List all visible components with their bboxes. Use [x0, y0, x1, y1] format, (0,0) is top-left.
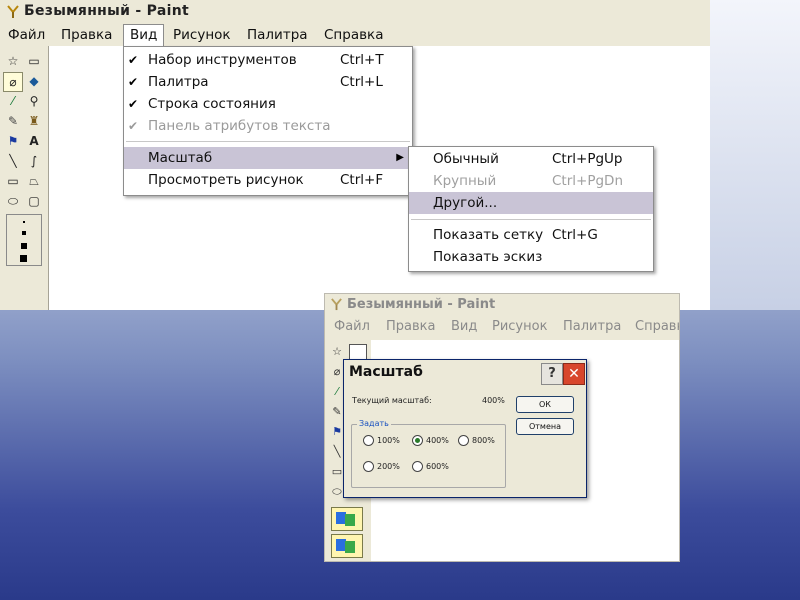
- check-icon: ✔: [128, 75, 139, 89]
- pencil-icon[interactable]: ✎: [4, 112, 22, 130]
- color-button-2[interactable]: [331, 534, 363, 558]
- magnifier-icon[interactable]: ⚲: [25, 92, 43, 110]
- radio-800[interactable]: 800%: [458, 435, 495, 447]
- ok-button[interactable]: ОК: [516, 396, 574, 413]
- menu-edit[interactable]: Правка: [386, 316, 435, 338]
- radio-400[interactable]: 400%: [412, 435, 449, 447]
- window-title: Безымянный - Paint: [24, 3, 189, 19]
- menu-separator: [126, 141, 410, 142]
- size-1[interactable]: [23, 221, 25, 223]
- curve-icon[interactable]: ∫: [25, 152, 43, 170]
- menu-separator: [411, 219, 651, 220]
- menu-item-large-size: Крупный Ctrl+PgDn: [433, 173, 623, 189]
- eraser-icon[interactable]: ⌀: [3, 72, 23, 92]
- menu-item-view-bitmap[interactable]: Просмотреть рисунок Ctrl+F: [124, 169, 412, 191]
- size-4[interactable]: [20, 255, 27, 262]
- color-picker-icon[interactable]: ⁄: [4, 92, 22, 110]
- dialog-title: Масштаб: [349, 364, 423, 380]
- radio-selected-icon: [412, 435, 423, 446]
- color-button-1[interactable]: [331, 507, 363, 531]
- menu-file[interactable]: Файл: [334, 316, 370, 338]
- menu-view[interactable]: Вид: [451, 316, 477, 338]
- rounded-rect-icon[interactable]: ▢: [25, 192, 43, 210]
- zoom-submenu: Обычный Ctrl+PgUp Крупный Ctrl+PgDn Друг…: [408, 146, 654, 272]
- free-select-icon[interactable]: ☆: [4, 52, 22, 70]
- menu-image[interactable]: Рисунок: [167, 24, 237, 46]
- current-zoom-label: Текущий масштаб:: [352, 396, 432, 405]
- free-select-icon[interactable]: ☆: [329, 344, 345, 360]
- radio-icon: [412, 461, 423, 472]
- check-icon: ✔: [128, 119, 139, 133]
- menu-item-show-grid[interactable]: Показать сетку Ctrl+G: [409, 224, 653, 246]
- menu-item-toolbox[interactable]: ✔ Набор инструментов Ctrl+T: [124, 49, 412, 71]
- submenu-arrow-icon: ▶: [396, 152, 404, 163]
- window-title: Безымянный - Paint: [347, 297, 496, 312]
- menu-bar: Файл Правка Вид Рисунок Палитра Справка: [325, 316, 679, 338]
- menu-colors[interactable]: Палитра: [241, 24, 314, 46]
- slide-background-right: [710, 0, 800, 310]
- zoom-options-group: Задать 100% 400% 800% 200% 600%: [351, 419, 506, 488]
- title-bar: Безымянный - Paint: [0, 0, 710, 25]
- line-icon[interactable]: ╲: [4, 152, 22, 170]
- menu-view[interactable]: Вид: [123, 24, 165, 46]
- paint-logo-icon: [331, 298, 342, 311]
- size-3[interactable]: [21, 243, 27, 249]
- menu-image[interactable]: Рисунок: [492, 316, 547, 338]
- radio-icon: [458, 435, 469, 446]
- toolbox: ☆ ▭ ⌀ ◆ ⁄ ⚲ ✎ ♜ ⚑ A ╲ ∫ ▭ ⏢ ⬭ ▢: [0, 46, 49, 310]
- rectangle-icon[interactable]: ▭: [4, 172, 22, 190]
- menu-item-normal-size[interactable]: Обычный Ctrl+PgUp: [409, 148, 653, 170]
- check-icon: ✔: [128, 97, 139, 111]
- menu-item-custom-zoom[interactable]: Другой...: [409, 192, 653, 214]
- text-icon[interactable]: A: [25, 132, 43, 150]
- menu-bar: Файл Правка Вид Рисунок Палитра Справка: [0, 24, 710, 46]
- cancel-button[interactable]: Отмена: [516, 418, 574, 435]
- menu-help[interactable]: Справка: [635, 316, 679, 338]
- menu-help[interactable]: Справка: [318, 24, 389, 46]
- radio-icon: [363, 461, 374, 472]
- ellipse-icon[interactable]: ⬭: [4, 192, 22, 210]
- menu-item-zoom[interactable]: Масштаб ▶: [124, 147, 412, 169]
- radio-600[interactable]: 600%: [412, 461, 449, 473]
- size-2[interactable]: [22, 231, 26, 235]
- group-legend: Задать: [357, 419, 391, 428]
- close-icon[interactable]: ✕: [563, 363, 585, 385]
- radio-200[interactable]: 200%: [363, 461, 400, 473]
- menu-item-status-bar[interactable]: ✔ Строка состояния: [124, 93, 412, 115]
- menu-item-show-thumbnail[interactable]: Показать эскиз: [409, 246, 653, 268]
- zoom-dialog: Масштаб ? ✕ Текущий масштаб: 400% Задать…: [343, 359, 587, 498]
- airbrush-icon[interactable]: ⚑: [4, 132, 22, 150]
- menu-item-palette[interactable]: ✔ Палитра Ctrl+L: [124, 71, 412, 93]
- paint-logo-icon: [7, 5, 19, 18]
- check-icon: ✔: [128, 53, 139, 67]
- brush-icon[interactable]: ♜: [25, 112, 43, 130]
- menu-edit[interactable]: Правка: [55, 24, 118, 46]
- fill-icon[interactable]: ◆: [25, 72, 43, 90]
- menu-item-text-toolbar: ✔ Панель атрибутов текста: [124, 115, 412, 137]
- dialog-title-bar: Масштаб ? ✕: [344, 360, 586, 386]
- view-menu-dropdown: ✔ Набор инструментов Ctrl+T ✔ Палитра Ct…: [123, 46, 413, 196]
- radio-100[interactable]: 100%: [363, 435, 400, 447]
- radio-icon: [363, 435, 374, 446]
- brush-size-box[interactable]: [6, 214, 42, 266]
- polygon-icon[interactable]: ⏢: [25, 172, 43, 190]
- rect-select-icon[interactable]: ▭: [25, 52, 43, 70]
- help-icon[interactable]: ?: [541, 363, 563, 385]
- title-bar: Безымянный - Paint: [325, 294, 679, 316]
- current-zoom-value: 400%: [482, 396, 505, 405]
- menu-colors[interactable]: Палитра: [563, 316, 621, 338]
- menu-file[interactable]: Файл: [2, 24, 51, 46]
